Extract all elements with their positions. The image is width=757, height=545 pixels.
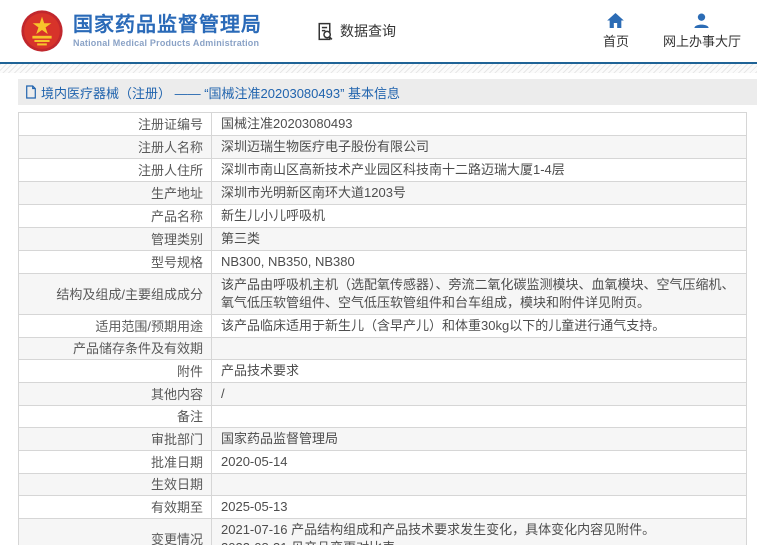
row-label: 审批部门 [19,428,212,450]
table-row: 有效期至 2025-05-13 [19,496,746,519]
row-value [212,338,746,359]
row-value: 2021-07-16 产品结构组成和产品技术要求发生变化，具体变化内容见附件。 … [221,522,656,545]
row-label: 产品储存条件及有效期 [19,338,212,359]
site-title: 国家药品监督管理局 [73,14,262,36]
nav-label: 网上办事大厅 [662,33,741,49]
table-row: 备注 [19,406,746,428]
breadcrumb: 境内医疗器械（注册） —— “国械注准20203080493” 基本信息 [18,79,757,105]
row-label: 注册人名称 [19,136,212,158]
row-label: 生效日期 [19,474,212,495]
user-icon [693,13,710,28]
table-row: 结构及组成/主要组成成分 该产品由呼吸机主机（选配氧传感器）、旁流二氧化碳监测模块… [19,274,746,315]
row-value: 深圳迈瑞生物医疗电子股份有限公司 [221,139,430,154]
registration-info-table: 注册证编号 国械注准20203080493 注册人名称 深圳迈瑞生物医疗电子股份有限公… [18,112,747,545]
table-row: 管理类别 第三类 [19,228,746,251]
row-value: NB300, NB350, NB380 [221,254,355,269]
breadcrumb-text: 境内医疗器械（注册） —— “国械注准20203080493” 基本信息 [41,85,401,101]
document-icon [25,85,37,99]
row-value: 第三类 [221,231,261,246]
row-value: 国家药品监督管理局 [221,431,339,446]
row-label: 有效期至 [19,496,212,518]
row-value: / [221,386,225,401]
row-label: 批准日期 [19,451,212,473]
nav-label: 首页 [602,33,629,49]
row-label: 产品名称 [19,205,212,227]
row-value: 该产品临床适用于新生儿（含早产儿）和体重30kg以下的儿童进行通气支持。 [221,318,666,333]
site-header: 国家药品监督管理局 National Medical Products Admi… [0,0,757,62]
table-row: 变更情况 2021-07-16 产品结构组成和产品技术要求发生变化，具体变化内容见… [19,519,746,545]
row-label: 适用范围/预期用途 [19,315,212,337]
top-nav: 首页 网上办事大厅 [602,12,757,50]
table-row: 适用范围/预期用途 该产品临床适用于新生儿（含早产儿）和体重30kg以下的儿童进行… [19,315,746,338]
table-row: 型号规格 NB300, NB350, NB380 [19,251,746,274]
row-label: 结构及组成/主要组成成分 [19,274,212,314]
row-value: 深圳市南山区高新技术产业园区科技南十二路迈瑞大厦1-4层 [221,162,565,177]
table-row: 附件 产品技术要求 [19,360,746,383]
site-subtitle: National Medical Products Administration [73,38,260,48]
row-value: 产品技术要求 [221,363,300,378]
row-label: 其他内容 [19,383,212,405]
row-label: 备注 [19,406,212,427]
table-row: 审批部门 国家药品监督管理局 [19,428,746,451]
data-query-label: 数据查询 [340,23,396,39]
row-value: 该产品由呼吸机主机（选配氧传感器）、旁流二氧化碳监测模块、血氧模块、空气压缩机、… [221,277,735,310]
row-value: 国械注准20203080493 [221,116,353,131]
nav-item-service-hall[interactable]: 网上办事大厅 [663,13,741,50]
table-row: 注册人住所 深圳市南山区高新技术产业园区科技南十二路迈瑞大厦1-4层 [19,159,746,182]
data-query-icon [314,21,335,42]
table-row: 生效日期 [19,474,746,496]
site-title-block: 国家药品监督管理局 National Medical Products Admi… [73,14,262,48]
table-row: 注册证编号 国械注准20203080493 [19,113,746,136]
row-label: 附件 [19,360,212,382]
table-row: 其他内容 / [19,383,746,406]
row-value: 2025-05-13 [221,499,288,514]
row-label: 型号规格 [19,251,212,273]
row-value: 2020-05-14 [221,454,288,469]
row-label: 生产地址 [19,182,212,204]
row-value [212,406,746,427]
table-row: 产品储存条件及有效期 [19,338,746,360]
hatch-texture-strip [0,64,757,73]
row-label: 注册人住所 [19,159,212,181]
nav-item-home[interactable]: 首页 [602,12,629,50]
data-query-button[interactable]: 数据查询 [314,21,396,42]
home-icon [607,12,625,28]
row-value [212,474,746,495]
row-value: 深圳市光明新区南环大道1203号 [221,185,406,200]
table-row: 产品名称 新生儿小儿呼吸机 [19,205,746,228]
table-row: 批准日期 2020-05-14 [19,451,746,474]
row-label: 变更情况 [19,519,212,545]
row-label: 管理类别 [19,228,212,250]
national-emblem-logo [20,8,64,54]
row-label: 注册证编号 [19,113,212,135]
table-row: 注册人名称 深圳迈瑞生物医疗电子股份有限公司 [19,136,746,159]
row-value: 新生儿小儿呼吸机 [221,208,326,223]
table-row: 生产地址 深圳市光明新区南环大道1203号 [19,182,746,205]
